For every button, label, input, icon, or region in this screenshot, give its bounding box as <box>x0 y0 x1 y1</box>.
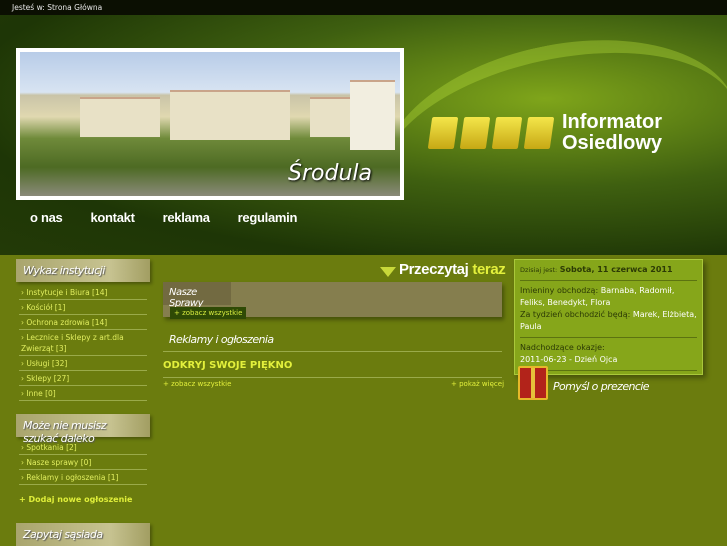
nasze-sprawy-tab[interactable]: Nasze Sprawy <box>163 282 231 309</box>
ads-see-all-link[interactable]: + zobacz wszystkie <box>163 380 231 388</box>
photo-label: Środula <box>288 161 372 186</box>
ask-box: Zapytaj sąsiada <box>16 523 150 546</box>
gift-idea-link[interactable]: Pomyśl o prezencie <box>553 380 650 393</box>
read-now-heading: Przeczytaj teraz <box>380 261 506 278</box>
logo-line1: Informator <box>562 111 662 133</box>
ask-title: Zapytaj sąsiada <box>16 523 150 546</box>
upcoming-label: Nadchodzące okazje: <box>520 343 605 352</box>
institutions-title: Wykaz instytucji <box>16 259 150 282</box>
ad-item-link[interactable]: ODKRYJ SWOJE PIĘKNO <box>163 360 292 371</box>
main-nav: o nas kontakt reklama regulamin <box>30 210 297 225</box>
nav-o-nas[interactable]: o nas <box>30 210 63 225</box>
institution-link[interactable]: › Inne [0] <box>19 386 147 401</box>
header-photo: Środula <box>16 48 404 200</box>
add-announcement-link[interactable]: + Dodaj nowe ogłoszenie <box>16 485 150 504</box>
site-logo[interactable]: Informator Osiedlowy <box>427 111 663 154</box>
nav-reklama[interactable]: reklama <box>163 210 210 225</box>
nav-kontakt[interactable]: kontakt <box>90 210 134 225</box>
gift-icon[interactable] <box>518 366 548 400</box>
breadcrumb: Jesteś w: Strona Główna <box>0 0 727 15</box>
institution-link[interactable]: › Sklepy [27] <box>19 371 147 386</box>
institutions-box: Wykaz instytucji › Instytucje i Biura [1… <box>16 259 150 401</box>
nearby-box: Może nie musisz szukać daleko › Spotkani… <box>16 414 150 504</box>
nearby-link[interactable]: › Nasze sprawy [0] <box>19 455 147 470</box>
divider <box>163 377 502 378</box>
institution-link[interactable]: › Lecznice i Sklepy z art.dla Zwierząt [… <box>19 330 147 356</box>
today-date: Sobota, 11 czerwca 2011 <box>559 265 673 274</box>
today-label: Dzisiaj jest: <box>520 266 558 274</box>
names-label: Imieniny obchodzą: <box>520 286 599 295</box>
upcoming-value: 2011-06-23 - Dzień Ojca <box>520 355 618 364</box>
institution-link[interactable]: › Instytucje i Biura [14] <box>19 285 147 300</box>
institution-link[interactable]: › Kościół [1] <box>19 300 147 315</box>
nearby-title: Może nie musisz szukać daleko <box>16 414 150 445</box>
logo-line2: Osiedlowy <box>562 132 663 154</box>
info-box: Dzisiaj jest: Sobota, 11 czerwca 2011 Im… <box>514 259 703 375</box>
institution-link[interactable]: › Usługi [32] <box>19 356 147 371</box>
logo-icon <box>427 117 555 149</box>
week-label: Za tydzień obchodzić będą: <box>520 310 631 319</box>
arrow-down-icon <box>380 266 396 277</box>
nasze-sprawy-panel: Nasze Sprawy + zobacz wszystkie <box>163 282 502 319</box>
see-all-button[interactable]: + zobacz wszystkie <box>170 307 247 319</box>
divider <box>163 351 502 352</box>
nav-regulamin[interactable]: regulamin <box>238 210 298 225</box>
ads-title: Reklamy i ogłoszenia <box>169 333 274 346</box>
institution-link[interactable]: › Ochrona zdrowia [14] <box>19 315 147 330</box>
nearby-link[interactable]: › Reklamy i ogłoszenia [1] <box>19 470 147 485</box>
ads-more-link[interactable]: + pokaż więcej <box>451 380 504 388</box>
